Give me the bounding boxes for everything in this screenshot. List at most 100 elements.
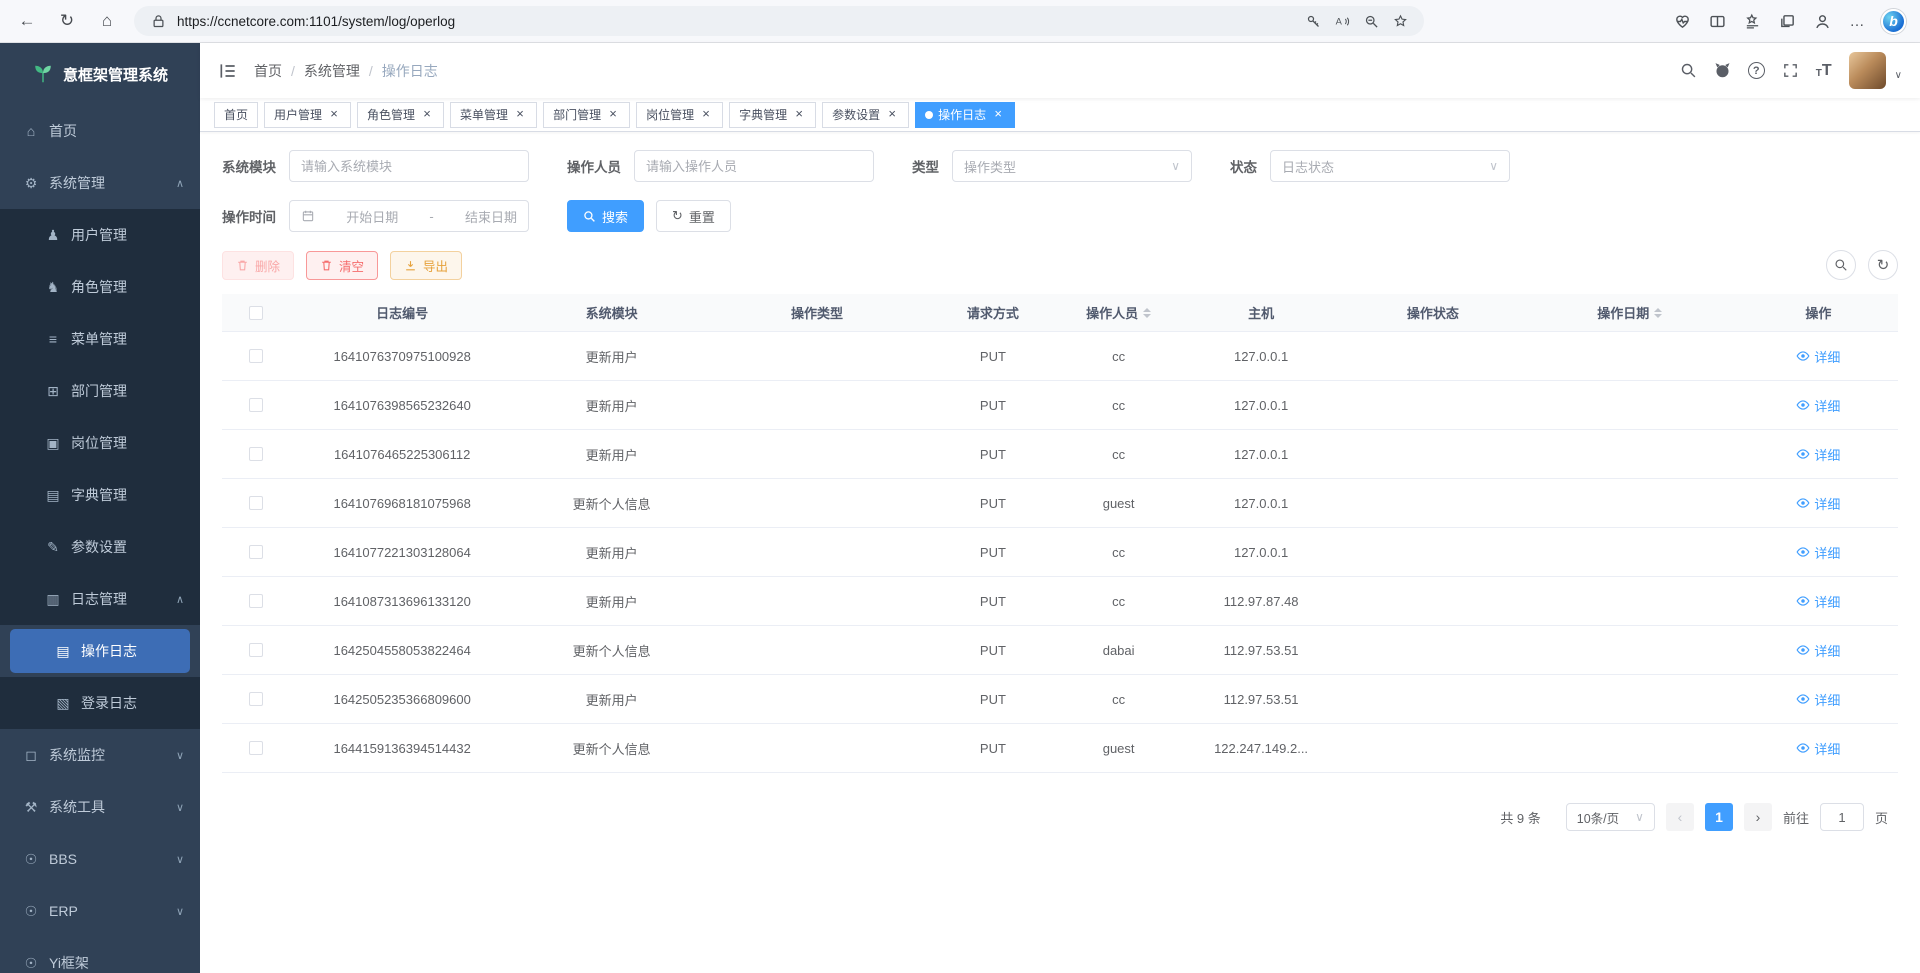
- fullscreen-icon[interactable]: [1782, 62, 1799, 79]
- font-size-icon[interactable]: TT: [1816, 63, 1832, 79]
- detail-link[interactable]: 详细: [1796, 543, 1840, 562]
- breadcrumb-home[interactable]: 首页: [254, 61, 282, 81]
- sidebar-item[interactable]: ♞ 角色管理: [0, 261, 200, 313]
- prev-page-button[interactable]: ‹: [1666, 803, 1694, 831]
- help-icon[interactable]: ?: [1748, 62, 1765, 79]
- sidebar-item[interactable]: ⚙ 系统管理 ∧: [0, 157, 200, 209]
- split-screen-icon[interactable]: [1706, 10, 1728, 32]
- date-range-picker[interactable]: 开始日期 - 结束日期: [289, 200, 529, 232]
- read-aloud-icon[interactable]: A: [1332, 11, 1352, 31]
- sort-caret-icon[interactable]: [1654, 304, 1662, 322]
- detail-link[interactable]: 详细: [1796, 396, 1840, 415]
- clear-button[interactable]: 清空: [306, 251, 378, 280]
- zoom-out-icon[interactable]: [1361, 11, 1381, 31]
- tab-close-icon[interactable]: ×: [991, 108, 1005, 122]
- favorites-icon[interactable]: [1741, 10, 1763, 32]
- select-all-checkbox[interactable]: [249, 306, 263, 320]
- sidebar-item[interactable]: ☉ ERP ∨: [0, 885, 200, 937]
- sidebar-item[interactable]: ⌂ 首页: [0, 105, 200, 157]
- next-page-button[interactable]: ›: [1744, 803, 1772, 831]
- search-icon[interactable]: [1680, 62, 1697, 79]
- sidebar-item[interactable]: ▧ 登录日志: [0, 677, 200, 729]
- column-header-operator[interactable]: 操作人员: [1060, 294, 1177, 331]
- password-key-icon[interactable]: [1303, 11, 1323, 31]
- user-avatar[interactable]: [1849, 52, 1886, 89]
- sidebar-item[interactable]: ⚒ 系统工具 ∨: [0, 781, 200, 833]
- page-tab[interactable]: 首页: [214, 102, 258, 128]
- browser-home-icon[interactable]: ⌂: [94, 8, 120, 34]
- tab-close-icon[interactable]: ×: [327, 108, 341, 122]
- table-refresh-icon[interactable]: ↻: [1868, 250, 1898, 280]
- profile-icon[interactable]: [1811, 10, 1833, 32]
- breadcrumb-system[interactable]: 系统管理: [304, 61, 360, 81]
- type-select[interactable]: 操作类型 ∨: [952, 150, 1192, 182]
- row-checkbox[interactable]: [249, 349, 263, 363]
- row-checkbox[interactable]: [249, 741, 263, 755]
- page-tab[interactable]: 岗位管理 ×: [636, 102, 723, 128]
- row-checkbox[interactable]: [249, 496, 263, 510]
- detail-link[interactable]: 详细: [1796, 641, 1840, 660]
- page-tab[interactable]: 参数设置 ×: [822, 102, 909, 128]
- detail-link[interactable]: 详细: [1796, 494, 1840, 513]
- sidebar-item[interactable]: ▤ 操作日志: [10, 629, 190, 673]
- page-tab[interactable]: 操作日志 ×: [915, 102, 1015, 128]
- page-tab[interactable]: 角色管理 ×: [357, 102, 444, 128]
- column-header-date[interactable]: 操作日期: [1521, 294, 1739, 331]
- row-checkbox[interactable]: [249, 692, 263, 706]
- add-favorite-star-icon[interactable]: [1390, 11, 1410, 31]
- lock-icon[interactable]: [148, 11, 168, 31]
- sidebar-item[interactable]: ☉ BBS ∨: [0, 833, 200, 885]
- goto-page-input[interactable]: [1820, 803, 1864, 831]
- browser-essentials-icon[interactable]: [1671, 10, 1693, 32]
- tab-close-icon[interactable]: ×: [885, 108, 899, 122]
- sidebar-item[interactable]: ✎ 参数设置: [0, 521, 200, 573]
- tab-close-icon[interactable]: ×: [606, 108, 620, 122]
- detail-link[interactable]: 详细: [1796, 445, 1840, 464]
- detail-link[interactable]: 详细: [1796, 690, 1840, 709]
- sidebar-item[interactable]: ▥ 日志管理 ∧: [0, 573, 200, 625]
- tab-close-icon[interactable]: ×: [792, 108, 806, 122]
- status-select[interactable]: 日志状态 ∨: [1270, 150, 1510, 182]
- sidebar-item[interactable]: ⊞ 部门管理: [0, 365, 200, 417]
- row-checkbox[interactable]: [249, 594, 263, 608]
- page-tab[interactable]: 字典管理 ×: [729, 102, 816, 128]
- page-tab[interactable]: 用户管理 ×: [264, 102, 351, 128]
- module-input[interactable]: [301, 159, 517, 174]
- delete-button[interactable]: 删除: [222, 251, 294, 280]
- operator-input[interactable]: [646, 159, 862, 174]
- page-tab[interactable]: 部门管理 ×: [543, 102, 630, 128]
- sidebar-item[interactable]: ▣ 岗位管理: [0, 417, 200, 469]
- row-checkbox[interactable]: [249, 447, 263, 461]
- avatar-caret-icon[interactable]: ∨: [1895, 70, 1902, 81]
- collections-icon[interactable]: [1776, 10, 1798, 32]
- sidebar-item[interactable]: ≡ 菜单管理: [0, 313, 200, 365]
- detail-link[interactable]: 详细: [1796, 592, 1840, 611]
- row-checkbox[interactable]: [249, 643, 263, 657]
- tab-close-icon[interactable]: ×: [420, 108, 434, 122]
- row-checkbox[interactable]: [249, 398, 263, 412]
- browser-reload-icon[interactable]: ↻: [54, 8, 80, 34]
- page-size-select[interactable]: 10条/页 ∨: [1566, 803, 1655, 831]
- detail-link[interactable]: 详细: [1796, 347, 1840, 366]
- sidebar-toggle-icon[interactable]: [218, 61, 238, 81]
- sidebar-item[interactable]: ◻ 系统监控 ∨: [0, 729, 200, 781]
- reset-button[interactable]: ↻ 重置: [656, 200, 731, 232]
- search-button[interactable]: 搜索: [567, 200, 644, 232]
- address-bar[interactable]: https://ccnetcore.com:1101/system/log/op…: [134, 6, 1424, 36]
- url-text[interactable]: https://ccnetcore.com:1101/system/log/op…: [177, 14, 1294, 29]
- sidebar-item[interactable]: ▤ 字典管理: [0, 469, 200, 521]
- bing-copilot-icon[interactable]: b: [1881, 9, 1906, 34]
- sidebar-item[interactable]: ☉ Yi框架: [0, 937, 200, 973]
- browser-back-icon[interactable]: ←: [14, 8, 40, 34]
- page-tab[interactable]: 菜单管理 ×: [450, 102, 537, 128]
- sidebar-item[interactable]: ♟ 用户管理: [0, 209, 200, 261]
- page-1-button[interactable]: 1: [1705, 803, 1733, 831]
- export-button[interactable]: 导出: [390, 251, 462, 280]
- tab-close-icon[interactable]: ×: [699, 108, 713, 122]
- detail-link[interactable]: 详细: [1796, 739, 1840, 758]
- row-checkbox[interactable]: [249, 545, 263, 559]
- github-icon[interactable]: [1714, 62, 1731, 79]
- tab-close-icon[interactable]: ×: [513, 108, 527, 122]
- table-search-toggle-icon[interactable]: [1826, 250, 1856, 280]
- sort-caret-icon[interactable]: [1143, 304, 1151, 322]
